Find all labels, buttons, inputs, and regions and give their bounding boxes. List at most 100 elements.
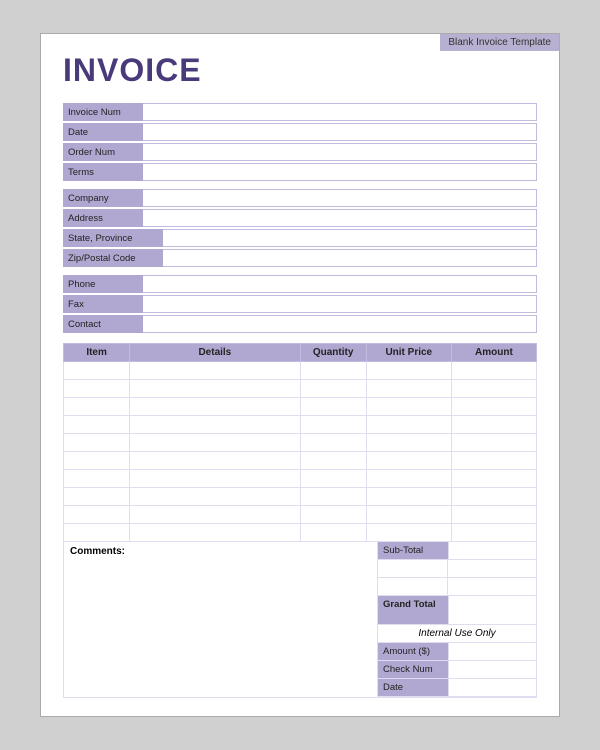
table-row[interactable] [64,470,537,488]
state-province-input[interactable] [163,229,537,247]
state-province-label: State, Province [63,229,163,247]
order-num-label: Order Num [63,143,143,161]
table-cell[interactable] [366,488,451,506]
address-label: Address [63,209,143,227]
table-cell[interactable] [366,398,451,416]
table-row[interactable] [64,362,537,380]
table-cell[interactable] [130,380,300,398]
grand-total-row: Grand Total [378,596,536,625]
grand-total-label: Grand Total [378,596,448,624]
table-cell[interactable] [451,452,536,470]
fax-input[interactable] [143,295,537,313]
invoice-num-row: Invoice Num [63,103,537,121]
col-item: Item [64,344,130,362]
phone-label: Phone [63,275,143,293]
table-cell[interactable] [451,380,536,398]
amount-row: Amount ($) [378,643,536,661]
table-cell[interactable] [130,470,300,488]
table-row[interactable] [64,380,537,398]
table-cell[interactable] [64,398,130,416]
contact-label: Contact [63,315,143,333]
table-row[interactable] [64,488,537,506]
table-cell[interactable] [64,416,130,434]
grand-total-value[interactable] [448,596,536,624]
table-cell[interactable] [64,434,130,452]
table-cell[interactable] [451,524,536,542]
address-row: Address [63,209,537,227]
invoice-num-input[interactable] [143,103,537,121]
table-row[interactable] [64,398,537,416]
company-input[interactable] [143,189,537,207]
table-cell[interactable] [300,488,366,506]
table-row[interactable] [64,434,537,452]
date-input[interactable] [143,123,537,141]
table-cell[interactable] [366,434,451,452]
contact-row: Contact [63,315,537,333]
table-cell[interactable] [300,380,366,398]
comments-area[interactable]: Comments: [63,542,377,698]
terms-row: Terms [63,163,537,181]
table-cell[interactable] [366,506,451,524]
order-num-input[interactable] [143,143,537,161]
contact-input[interactable] [143,315,537,333]
table-cell[interactable] [366,380,451,398]
table-cell[interactable] [300,524,366,542]
table-cell[interactable] [366,452,451,470]
table-cell[interactable] [130,506,300,524]
table-cell[interactable] [451,398,536,416]
table-cell[interactable] [130,398,300,416]
phone-input[interactable] [143,275,537,293]
table-cell[interactable] [451,362,536,380]
zip-postal-input[interactable] [163,249,537,267]
check-num-value[interactable] [448,661,536,678]
table-cell[interactable] [130,524,300,542]
table-cell[interactable] [366,362,451,380]
table-cell[interactable] [300,470,366,488]
table-cell[interactable] [366,470,451,488]
table-cell[interactable] [130,452,300,470]
table-cell[interactable] [300,506,366,524]
table-cell[interactable] [64,488,130,506]
table-cell[interactable] [64,452,130,470]
terms-label: Terms [63,163,143,181]
table-cell[interactable] [64,362,130,380]
bottom-section: Comments: Sub-Total Grand Total [63,542,537,698]
table-cell[interactable] [130,416,300,434]
table-cell[interactable] [300,398,366,416]
table-row[interactable] [64,524,537,542]
table-cell[interactable] [451,434,536,452]
table-row[interactable] [64,506,537,524]
table-cell[interactable] [300,452,366,470]
table-cell[interactable] [300,416,366,434]
payment-date-value[interactable] [448,679,536,696]
table-cell[interactable] [451,416,536,434]
table-row[interactable] [64,452,537,470]
table-cell[interactable] [451,506,536,524]
address-input[interactable] [143,209,537,227]
zip-postal-row: Zip/Postal Code [63,249,537,267]
col-unit-price: Unit Price [366,344,451,362]
table-cell[interactable] [130,434,300,452]
table-cell[interactable] [366,416,451,434]
totals-section: Sub-Total Grand Total Internal Use Only [377,542,537,698]
date-label: Date [63,123,143,141]
sub-total-value[interactable] [448,542,536,559]
items-table: Item Details Quantity Unit Price Amount [63,343,537,542]
table-cell[interactable] [300,434,366,452]
col-quantity: Quantity [300,344,366,362]
terms-input[interactable] [143,163,537,181]
table-cell[interactable] [451,470,536,488]
table-cell[interactable] [300,362,366,380]
table-cell[interactable] [64,524,130,542]
table-cell[interactable] [130,362,300,380]
table-cell[interactable] [130,488,300,506]
table-cell[interactable] [64,470,130,488]
table-cell[interactable] [64,506,130,524]
table-cell[interactable] [64,380,130,398]
table-cell[interactable] [366,524,451,542]
amount-value[interactable] [448,643,536,660]
check-num-label: Check Num [378,661,448,678]
table-cell[interactable] [451,488,536,506]
table-row[interactable] [64,416,537,434]
col-details: Details [130,344,300,362]
